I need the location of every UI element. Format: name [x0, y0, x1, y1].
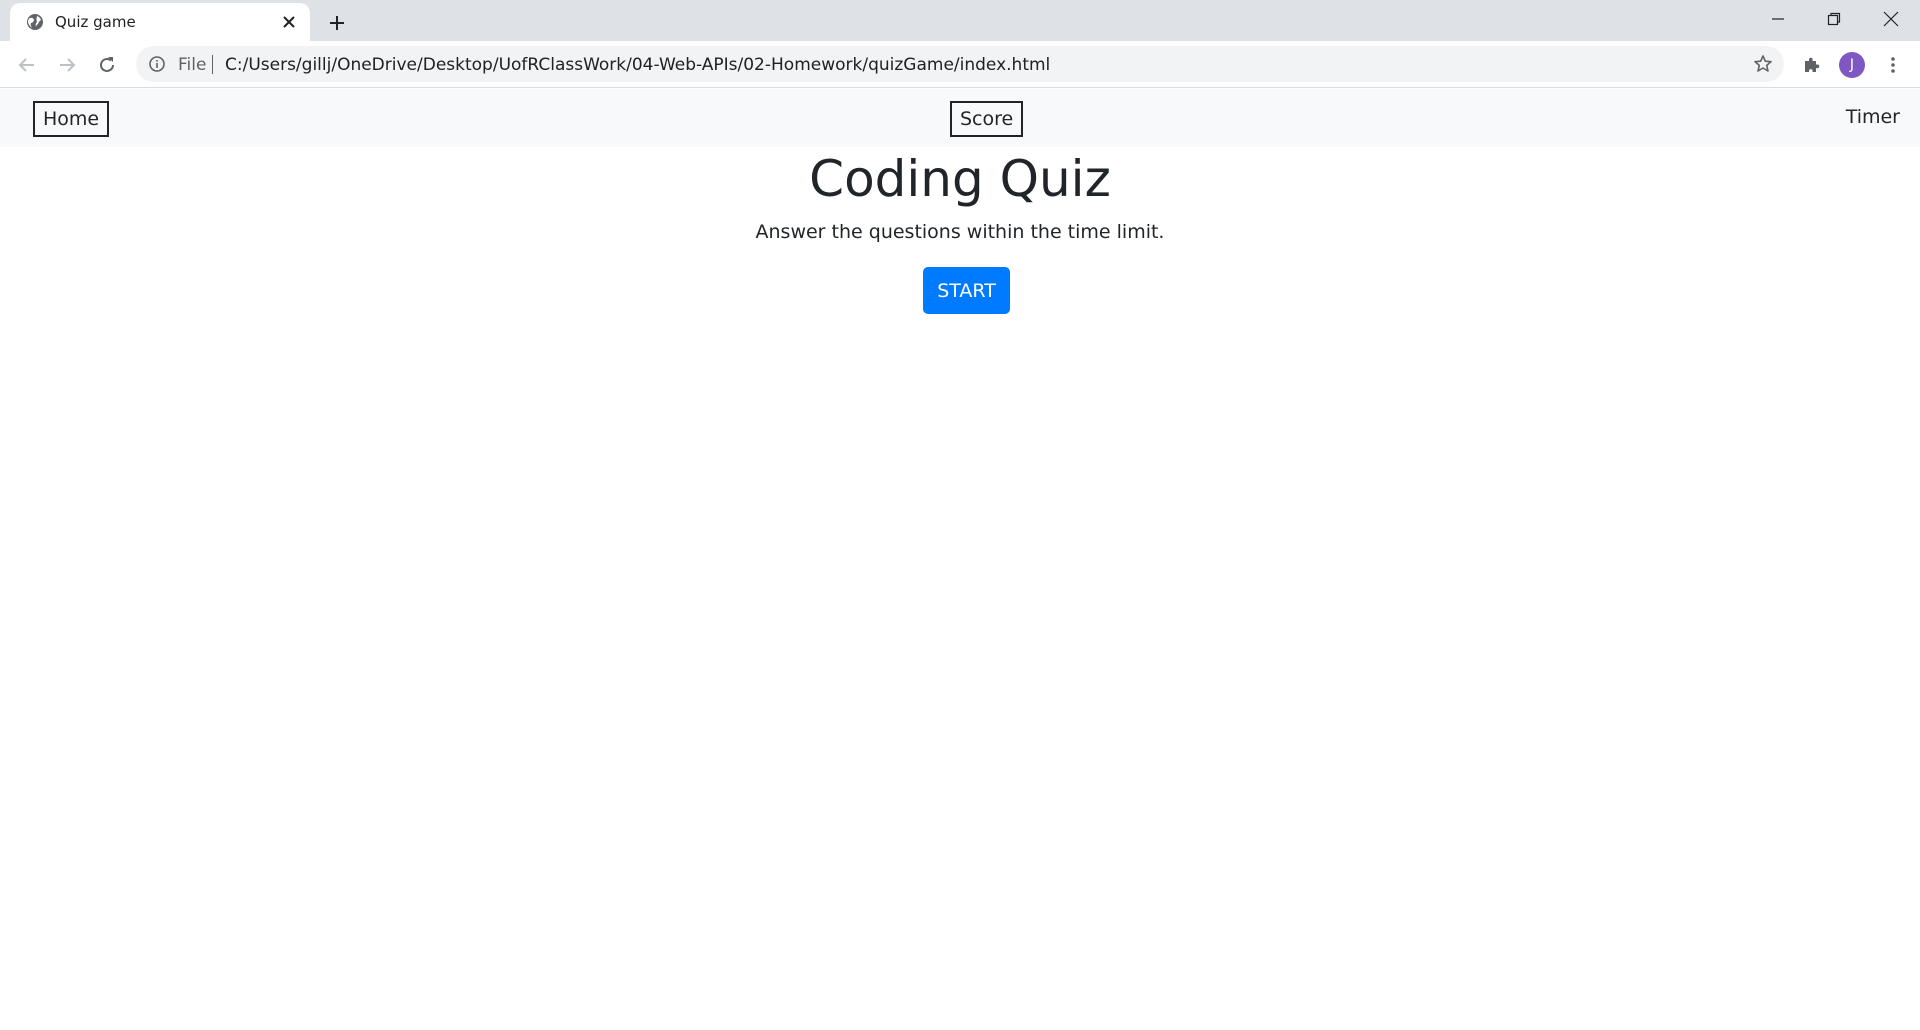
- page-title: Coding Quiz: [809, 150, 1111, 208]
- window-close-icon[interactable]: [1862, 0, 1920, 38]
- info-icon[interactable]: [148, 55, 166, 73]
- browser-tab-strip: Quiz game: [0, 0, 1920, 41]
- score-button[interactable]: Score: [950, 101, 1024, 137]
- more-vertical-icon[interactable]: [1877, 49, 1909, 81]
- restore-icon[interactable]: [1805, 0, 1863, 38]
- url-scheme-label: File: [178, 55, 207, 75]
- start-button[interactable]: START: [923, 267, 1010, 314]
- timer-label: Timer: [1845, 106, 1900, 128]
- home-button[interactable]: Home: [33, 101, 110, 137]
- page-navbar: Home Score Timer: [0, 89, 1920, 147]
- bookmark-star-icon[interactable]: [1752, 53, 1774, 75]
- extensions-puzzle-icon[interactable]: [1796, 49, 1828, 81]
- globe-icon: [25, 12, 45, 32]
- address-bar[interactable]: File C:/Users/gillj/OneDrive/Desktop/Uof…: [136, 46, 1784, 82]
- browser-tab[interactable]: Quiz game: [10, 3, 310, 41]
- forward-arrow-icon[interactable]: [51, 49, 83, 81]
- tab-title: Quiz game: [55, 13, 136, 31]
- close-icon[interactable]: [278, 11, 300, 33]
- minimize-icon[interactable]: [1749, 0, 1807, 38]
- new-tab-icon[interactable]: [323, 9, 351, 37]
- profile-avatar[interactable]: J: [1839, 52, 1865, 78]
- url-text[interactable]: C:/Users/gillj/OneDrive/Desktop/UofRClas…: [225, 55, 1050, 75]
- instructions-text: Answer the questions within the time lim…: [755, 221, 1165, 243]
- address-divider: [212, 55, 213, 74]
- reload-icon[interactable]: [91, 49, 123, 81]
- browser-toolbar: File C:/Users/gillj/OneDrive/Desktop/Uof…: [0, 41, 1920, 88]
- back-arrow-icon[interactable]: [11, 49, 43, 81]
